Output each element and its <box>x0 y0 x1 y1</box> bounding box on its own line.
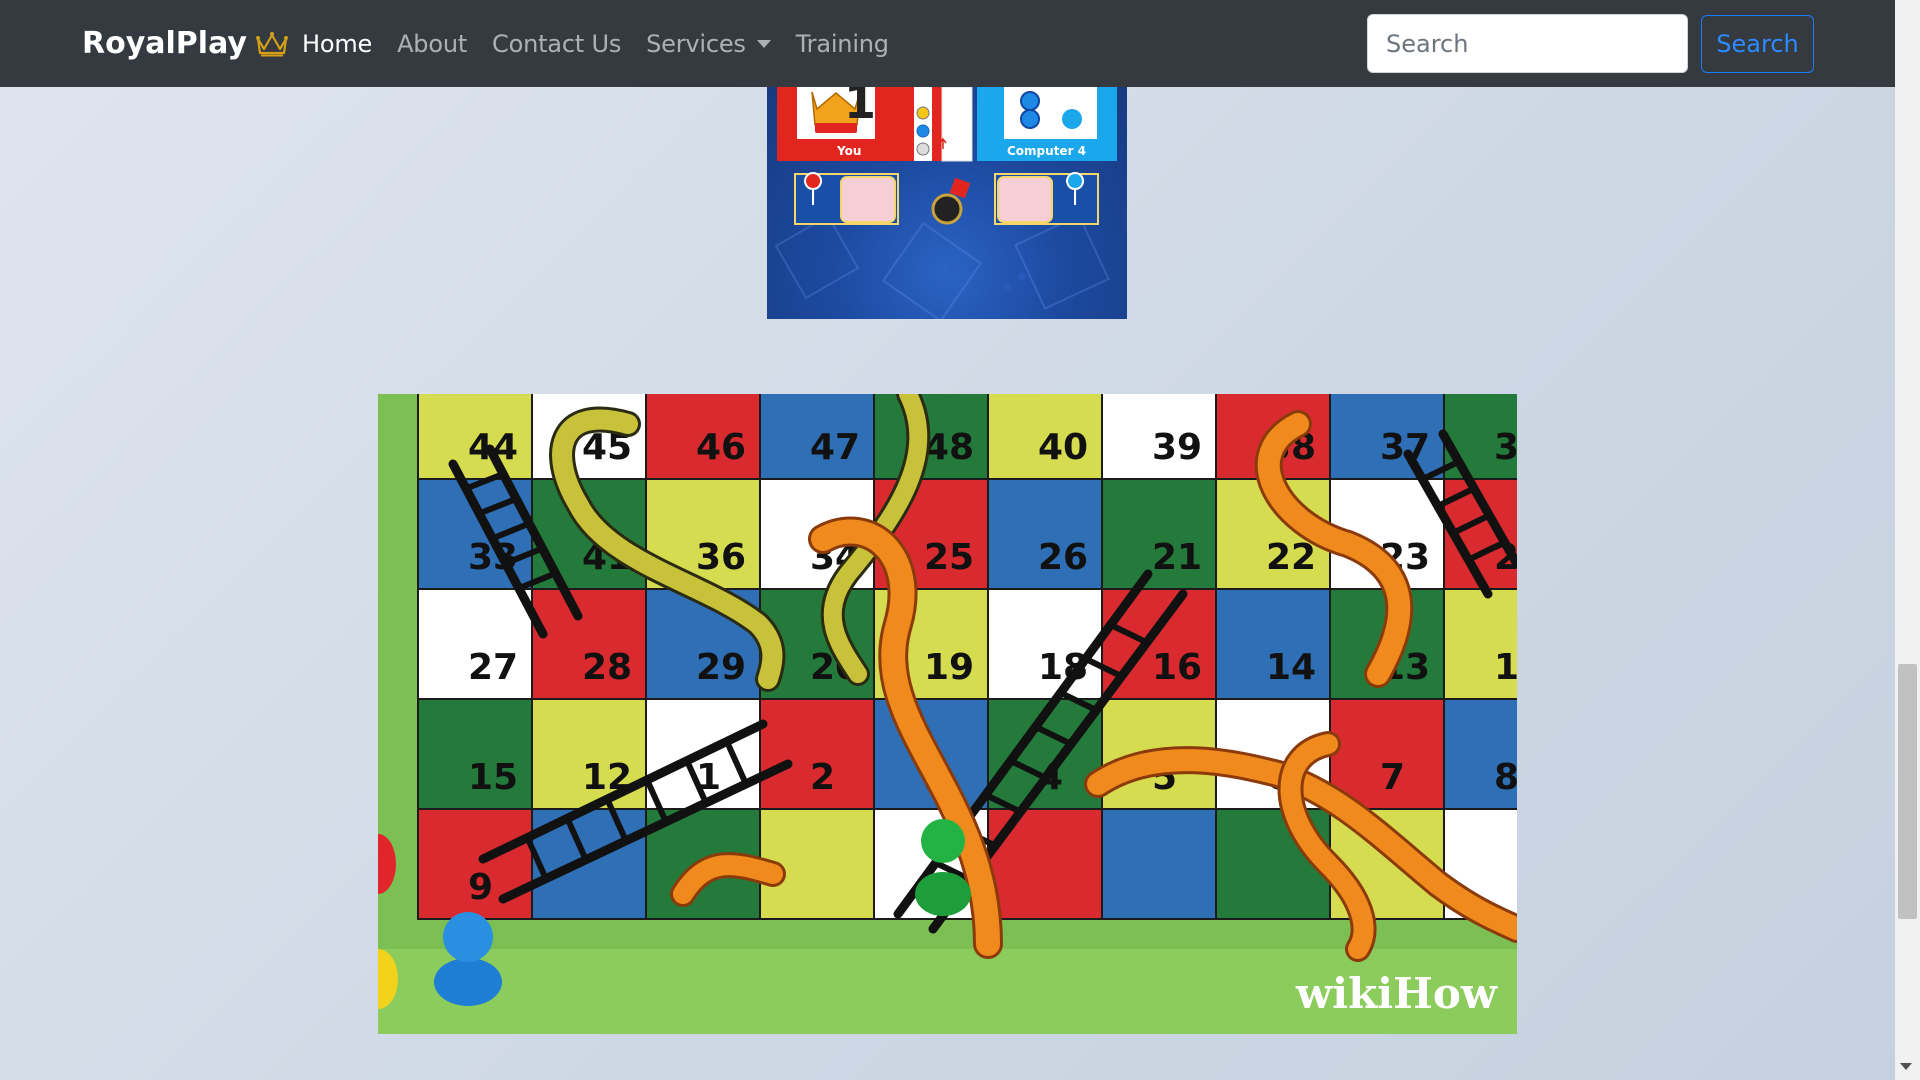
search-button[interactable]: Search <box>1701 15 1814 73</box>
nav-link-services[interactable]: Services <box>646 30 771 58</box>
nav-link-home[interactable]: Home <box>302 30 372 58</box>
board-cell-number: 47 <box>810 427 860 468</box>
crown-icon <box>255 31 288 56</box>
board-cell-number: 48 <box>924 427 974 468</box>
board-cell-number: 16 <box>1152 647 1202 688</box>
board-cell-number: 14 <box>1266 647 1316 688</box>
board-cell-number: 36 <box>696 537 746 578</box>
board-cell-number: 19 <box>924 647 974 688</box>
snakes-and-ladders-image: 4445464748403938373533413634252621222324… <box>378 394 1517 1034</box>
board-cell-number: 25 <box>924 537 974 578</box>
ludo-rank: 1 <box>844 87 877 129</box>
snakes-board-graphic: 4445464748403938373533413634252621222324… <box>378 394 1517 1034</box>
board-cell-number: 8 <box>1494 757 1517 798</box>
brand-name: RoyalPlay <box>82 26 247 61</box>
search-input[interactable] <box>1367 14 1688 73</box>
chevron-down-icon <box>756 39 771 48</box>
board-cell-number: 17 <box>1494 647 1517 688</box>
board-cell-number: 35 <box>1494 427 1517 468</box>
ludo-player-label: You <box>837 144 862 158</box>
board-cell-number: 28 <box>582 647 632 688</box>
top-navbar: RoyalPlay Home About Contact Us Services… <box>0 0 1895 87</box>
board-cell-number: 22 <box>1266 537 1316 578</box>
ludo-board-graphic <box>774 87 1117 319</box>
wikihow-watermark: wikiHow <box>1295 969 1497 1018</box>
scroll-down-icon[interactable] <box>1900 1063 1912 1070</box>
board-cell-number: 29 <box>696 647 746 688</box>
nav-link-contact[interactable]: Contact Us <box>492 30 621 58</box>
board-cell-number: 2 <box>810 757 835 798</box>
board-cell-number: 27 <box>468 647 518 688</box>
scrollbar-thumb[interactable] <box>1898 664 1917 919</box>
board-cell-number: 37 <box>1380 427 1430 468</box>
board-cell-number: 46 <box>696 427 746 468</box>
nav-links: Home About Contact Us Services Training <box>302 0 914 87</box>
nav-link-about[interactable]: About <box>397 30 467 58</box>
board-cell <box>1101 808 1217 920</box>
ludo-opponent-label: Computer 4 <box>1007 144 1087 158</box>
board-cell-number: 40 <box>1038 427 1088 468</box>
brand-logo[interactable]: RoyalPlay <box>82 0 289 87</box>
board-cell-number: 9 <box>468 867 493 908</box>
board-cell-number: 7 <box>1380 757 1405 798</box>
board-cell-number: 21 <box>1152 537 1202 578</box>
board-cell-number: 15 <box>468 757 518 798</box>
board-cell-number: 39 <box>1152 427 1202 468</box>
ludo-game-image: 1 You Computer 4 <box>767 87 1127 319</box>
nav-link-services-label: Services <box>646 29 746 58</box>
nav-link-training[interactable]: Training <box>796 30 889 58</box>
board-cell-number: 26 <box>1038 537 1088 578</box>
